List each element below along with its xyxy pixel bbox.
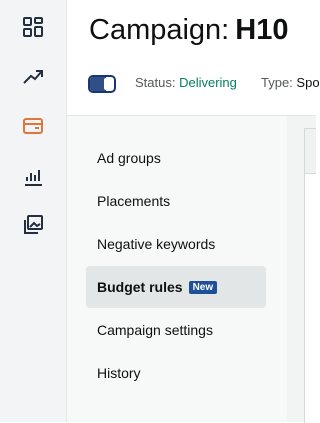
campaign-header: Campaign: H10 Status: Delivering Type: Sp…	[67, 0, 320, 116]
campaign-card-icon[interactable]	[20, 113, 46, 139]
nav-item-placements[interactable]: Placements	[86, 180, 266, 222]
nav-item-campaign-settings[interactable]: Campaign settings	[86, 309, 266, 351]
toggle-knob	[104, 78, 113, 90]
status-value: Delivering	[179, 75, 237, 90]
nav-item-history[interactable]: History	[86, 352, 266, 394]
nav-item-label: Campaign settings	[97, 322, 213, 338]
new-badge: New	[188, 280, 218, 294]
left-rail	[0, 0, 67, 422]
media-gallery-icon[interactable]	[20, 212, 46, 238]
nav-item-budget-rules[interactable]: Budget rules New	[86, 266, 266, 308]
trending-up-icon[interactable]	[20, 63, 46, 89]
campaign-nav: Ad groups Placements Negative keywords B…	[67, 116, 287, 422]
type-label: Type:	[261, 75, 293, 90]
title-prefix: Campaign:	[89, 14, 230, 46]
nav-item-negative-keywords[interactable]: Negative keywords	[86, 223, 266, 265]
content-panel	[304, 128, 316, 423]
panel-header	[305, 129, 316, 174]
type-value: Spo	[296, 75, 320, 90]
nav-item-label: Placements	[97, 193, 171, 209]
status-info: Status: Delivering	[135, 75, 237, 90]
nav-item-label: Negative keywords	[97, 236, 216, 252]
content-area	[287, 116, 316, 423]
status-label: Status:	[135, 75, 176, 90]
nav-item-label: History	[97, 365, 141, 381]
campaign-toggle[interactable]	[88, 75, 116, 93]
nav-item-label: Budget rules	[97, 279, 183, 295]
page-title: Campaign: H10	[89, 14, 288, 47]
campaign-name: H10	[235, 14, 289, 46]
bar-chart-icon[interactable]	[20, 163, 46, 189]
nav-item-label: Ad groups	[97, 150, 161, 166]
type-info: Type: Spo	[261, 75, 320, 90]
nav-item-ad-groups[interactable]: Ad groups	[86, 137, 266, 179]
dashboard-icon[interactable]	[20, 14, 46, 40]
